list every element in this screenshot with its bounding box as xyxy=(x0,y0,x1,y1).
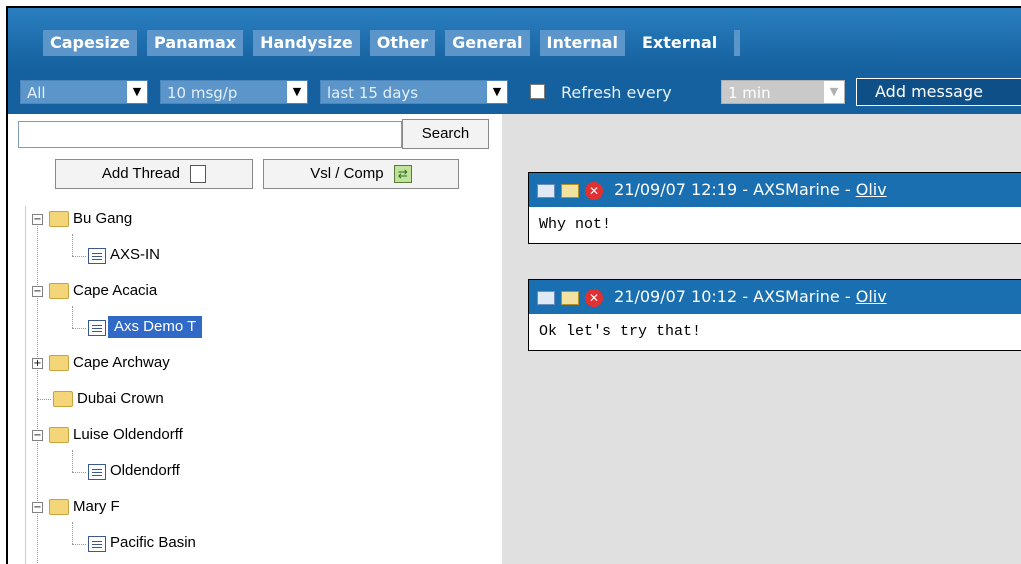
refresh-icon: ⇄ xyxy=(393,165,412,184)
edit-icon[interactable] xyxy=(561,290,579,305)
tree-node[interactable]: AXS-IN xyxy=(106,244,160,266)
new-document-icon xyxy=(190,165,207,184)
chevron-down-icon: ▼ xyxy=(487,81,507,103)
expand-icon[interactable]: + xyxy=(32,358,43,369)
folder-icon xyxy=(49,211,69,227)
thread-icon xyxy=(88,320,106,336)
add-thread-label: Add Thread xyxy=(101,165,180,182)
mail-icon[interactable] xyxy=(537,290,555,305)
message-body: Why not! xyxy=(539,216,612,233)
thread-tree: − Bu Gang AXS-IN − Cape Acacia Axs Demo … xyxy=(25,206,497,564)
add-thread-button[interactable]: Add Thread xyxy=(55,159,253,189)
delete-icon[interactable]: ✕ xyxy=(585,288,603,307)
chevron-down-icon: ▼ xyxy=(287,81,307,103)
tree-node[interactable]: Oldendorff xyxy=(106,460,180,482)
tree-node[interactable]: Mary F xyxy=(69,496,120,518)
thread-icon xyxy=(88,536,106,552)
refresh-interval-value: 1 min xyxy=(728,84,771,102)
tab-external[interactable]: External xyxy=(635,30,724,56)
message-header: ✕ 21/09/07 10:12 - AXSMarine - Oliv xyxy=(529,280,1021,314)
message-meta: 21/09/07 12:19 - AXSMarine - xyxy=(614,180,856,199)
refresh-interval-select[interactable]: 1 min ▼ xyxy=(721,80,845,104)
tree-node[interactable]: Pacific Basin xyxy=(106,532,196,554)
tree-node[interactable]: Dubai Crown xyxy=(73,388,164,410)
thread-icon xyxy=(88,248,106,264)
mail-icon[interactable] xyxy=(537,183,555,198)
folder-icon xyxy=(49,355,69,371)
message-body: Ok let's try that! xyxy=(539,323,702,340)
delete-icon[interactable]: ✕ xyxy=(585,181,603,200)
folder-icon xyxy=(53,391,73,407)
period-select-value: last 15 days xyxy=(327,84,419,102)
message-author-link[interactable]: Oliv xyxy=(856,180,887,199)
message-author-link[interactable]: Oliv xyxy=(856,287,887,306)
tree-node[interactable]: Cape Archway xyxy=(69,352,170,374)
vsl-comp-button[interactable]: Vsl / Comp ⇄ xyxy=(263,159,459,189)
chevron-down-icon: ▼ xyxy=(127,81,147,103)
filter-select-value: All xyxy=(27,84,46,102)
tab-panamax[interactable]: Panamax xyxy=(147,30,244,56)
add-message-button[interactable]: Add message xyxy=(856,78,1021,106)
app-frame: Capesize Panamax Handysize Other General… xyxy=(6,6,1021,564)
collapse-icon[interactable]: − xyxy=(32,286,43,297)
tab-handysize[interactable]: Handysize xyxy=(253,30,360,56)
folder-icon xyxy=(49,283,69,299)
tree-node-selected[interactable]: Axs Demo T xyxy=(108,316,203,338)
folder-icon xyxy=(49,427,69,443)
refresh-label: Refresh every xyxy=(561,83,672,102)
tab-more[interactable] xyxy=(734,30,741,56)
collapse-icon[interactable]: − xyxy=(32,502,43,513)
thread-icon xyxy=(88,464,106,480)
toolbar: All ▼ 10 msg/p ▼ last 15 days ▼ Refresh … xyxy=(8,70,1021,114)
search-input[interactable] xyxy=(18,121,402,148)
chevron-down-icon: ▼ xyxy=(824,81,844,103)
msg-per-page-value: 10 msg/p xyxy=(167,84,238,102)
collapse-icon[interactable]: − xyxy=(32,430,43,441)
tab-general[interactable]: General xyxy=(445,30,530,56)
vsl-comp-label: Vsl / Comp xyxy=(310,165,384,182)
tab-other[interactable]: Other xyxy=(369,30,436,56)
message-card: ✕ 21/09/07 12:19 - AXSMarine - Oliv Why … xyxy=(528,172,1021,244)
refresh-checkbox[interactable] xyxy=(530,84,545,99)
collapse-icon[interactable]: − xyxy=(32,214,43,225)
tab-internal[interactable]: Internal xyxy=(539,30,625,56)
message-header: ✕ 21/09/07 12:19 - AXSMarine - Oliv xyxy=(529,173,1021,207)
search-button[interactable]: Search xyxy=(402,119,489,149)
tree-node[interactable]: Luise Oldendorff xyxy=(69,424,183,446)
tab-bar: Capesize Panamax Handysize Other General… xyxy=(8,8,1021,70)
edit-icon[interactable] xyxy=(561,183,579,198)
tree-node[interactable]: Cape Acacia xyxy=(69,280,157,302)
tree-node[interactable]: Bu Gang xyxy=(69,208,132,230)
folder-icon xyxy=(49,499,69,515)
message-meta: 21/09/07 10:12 - AXSMarine - xyxy=(614,287,856,306)
msg-per-page-select[interactable]: 10 msg/p ▼ xyxy=(160,80,308,104)
message-card: ✕ 21/09/07 10:12 - AXSMarine - Oliv Ok l… xyxy=(528,279,1021,351)
tab-capesize[interactable]: Capesize xyxy=(43,30,138,56)
period-select[interactable]: last 15 days ▼ xyxy=(320,80,508,104)
filter-select[interactable]: All ▼ xyxy=(20,80,148,104)
